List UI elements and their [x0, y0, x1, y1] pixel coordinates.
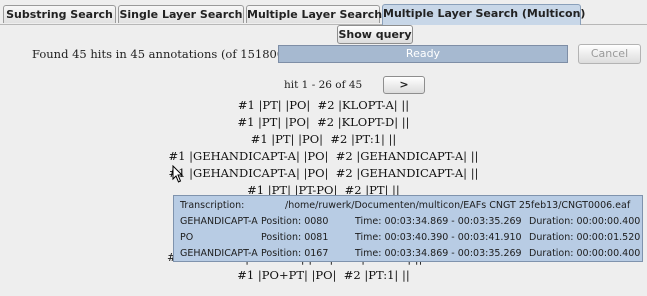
duration-value: Duration: 00:00:00.400: [529, 248, 641, 259]
tier-name: PO: [180, 232, 194, 243]
hit-row[interactable]: #1 |GEHANDICAPT-A| |PO| #2 |GEHANDICAPT-…: [0, 148, 647, 165]
search-status-text: Found 45 hits in 45 annotations (of 1518…: [32, 47, 289, 61]
cancel-button[interactable]: Cancel: [578, 44, 641, 64]
position-value: Position: 0081: [261, 232, 329, 243]
transcription-label: Transcription:: [180, 200, 245, 211]
hit-row[interactable]: #1 |PT| |PO| #2 |KLOPT-D| ||: [0, 114, 647, 131]
hit-row[interactable]: #1 |GEHANDICAPT-A| |PO| #2 |GEHANDICAPT-…: [0, 165, 647, 182]
tab-substring-search[interactable]: Substring Search: [3, 5, 116, 23]
show-query-button[interactable]: Show query: [337, 25, 413, 44]
hit-row[interactable]: #1 |PT| |PO| #2 |PT:1| ||: [0, 131, 647, 148]
tier-name: GEHANDICAPT-A: [180, 248, 258, 259]
position-value: Position: 0167: [261, 248, 329, 259]
hit-range-label: hit 1 - 26 of 45: [284, 79, 363, 91]
time-range: Time: 00:03:34.869 - 00:03:35.269: [355, 216, 522, 227]
tab-multiple-layer-search[interactable]: Multiple Layer Search: [246, 5, 382, 23]
hit-details-tooltip: Transcription: /home/ruwerk/Documenten/m…: [173, 195, 643, 262]
next-page-button[interactable]: >: [383, 76, 425, 94]
tier-name: GEHANDICAPT-A: [180, 216, 258, 227]
tab-single-layer-search[interactable]: Single Layer Search: [118, 5, 244, 23]
time-range: Time: 00:03:34.869 - 00:03:35.269: [355, 248, 522, 259]
progress-label: Ready: [405, 47, 441, 60]
duration-value: Duration: 00:00:00.400: [529, 216, 641, 227]
time-range: Time: 00:03:40.390 - 00:03:41.910: [355, 232, 522, 243]
hit-row[interactable]: #1 |PT| |PO| #2 |KLOPT-A| ||: [0, 97, 647, 114]
transcription-path: /home/ruwerk/Documenten/multicon/EAFs CN…: [285, 200, 631, 211]
search-progress-bar: Ready: [278, 45, 568, 63]
tab-bar: Substring Search Single Layer Search Mul…: [0, 0, 647, 25]
position-value: Position: 0080: [261, 216, 329, 227]
mouse-pointer-icon: [172, 165, 184, 183]
duration-value: Duration: 00:00:01.520: [529, 232, 641, 243]
tab-multiple-layer-search-multicon[interactable]: Multiple Layer Search (Multicon): [382, 4, 585, 25]
hit-row[interactable]: #1 |PO+PT| |PO| #2 |PT:1| ||: [0, 267, 647, 284]
